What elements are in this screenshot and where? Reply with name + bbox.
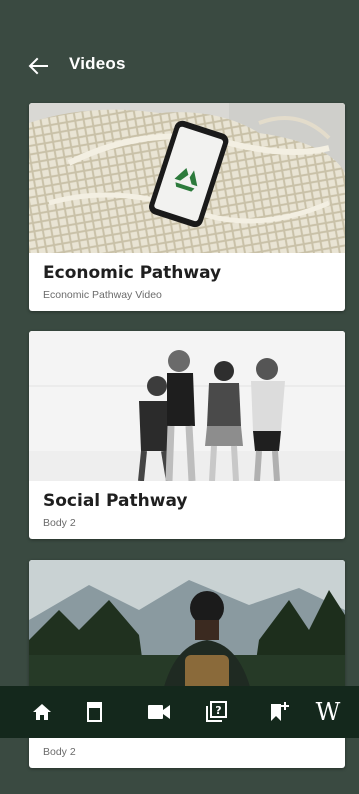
card-subtitle: Body 2 <box>43 517 76 529</box>
back-button[interactable] <box>27 56 49 76</box>
nav-wikipedia[interactable]: W <box>314 698 342 726</box>
bottom-navigation: ? W <box>0 686 359 738</box>
card-subtitle: Body 2 <box>43 746 76 758</box>
nav-bookmarks[interactable] <box>265 698 293 726</box>
nav-home[interactable] <box>28 698 56 726</box>
video-camera-icon <box>148 705 170 719</box>
arrow-left-icon <box>28 57 48 75</box>
video-card-social[interactable]: Social Pathway Body 2 <box>29 331 345 539</box>
nav-videos[interactable] <box>145 698 173 726</box>
card-image <box>29 331 345 481</box>
bookmark-add-icon <box>271 702 289 721</box>
home-icon <box>33 704 51 720</box>
card-title: Economic Pathway <box>43 263 222 283</box>
wikipedia-icon: W <box>315 698 341 726</box>
nav-book[interactable] <box>80 698 108 726</box>
app-bar: Videos <box>0 48 359 84</box>
svg-text:?: ? <box>215 704 221 717</box>
nav-quiz[interactable]: ? <box>202 698 230 726</box>
quiz-icon: ? <box>206 701 227 722</box>
book-icon <box>87 702 102 722</box>
video-card-economic[interactable]: Economic Pathway Economic Pathway Video <box>29 103 345 311</box>
card-image <box>29 103 345 253</box>
card-title: Social Pathway <box>43 491 188 511</box>
page-title: Videos <box>69 54 126 73</box>
card-subtitle: Economic Pathway Video <box>43 289 162 301</box>
